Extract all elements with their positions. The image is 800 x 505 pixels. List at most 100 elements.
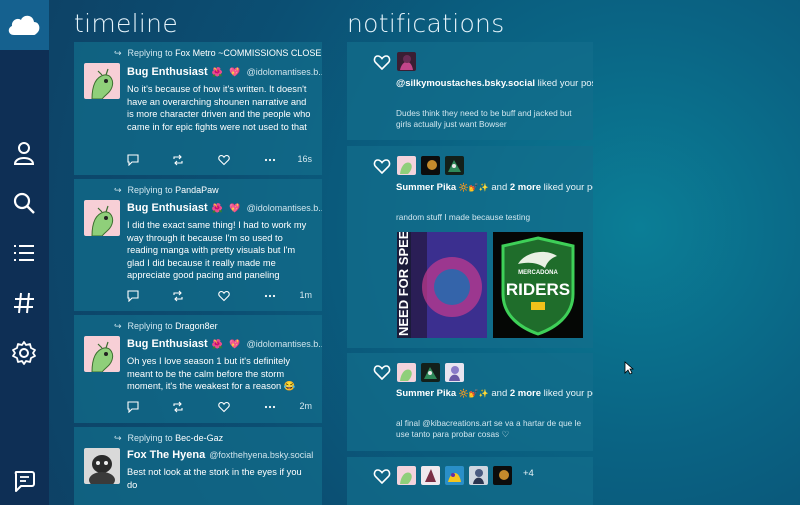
actor-avatar[interactable] — [421, 363, 440, 382]
list-icon[interactable] — [12, 241, 36, 265]
actor-avatar[interactable] — [397, 363, 416, 382]
cloud-logo-icon — [8, 15, 40, 36]
author-emoji: 🌺 💖 — [211, 339, 243, 349]
replying-to-link[interactable]: Fox Metro ~COMMISSIONS CLOSE... — [175, 48, 322, 58]
repost-icon[interactable] — [172, 154, 184, 166]
attached-image[interactable]: NEED FOR SPEED — [397, 232, 487, 338]
timeline-post[interactable]: ↪ Replying to Bec-de-Gaz Fox The Hyena @fo… — [74, 427, 322, 505]
replying-to-link[interactable]: PandaPaw — [175, 185, 219, 195]
replying-to: ↪ Replying to Fox Metro ~COMMISSIONS CLOS… — [114, 48, 322, 59]
author-name[interactable]: Bug Enthusiast — [127, 66, 208, 78]
notification-item[interactable]: @silkymoustaches.bsky.social liked your … — [347, 42, 593, 140]
notification-item[interactable]: Summer Pika 🔆💅✨ and 2 more liked your po… — [347, 353, 593, 451]
gear-icon[interactable] — [12, 341, 36, 365]
author-line: Bug Enthusiast 🌺 💖 @idolomantises.b... — [127, 66, 322, 78]
timeline-post[interactable]: ↪ Replying to Dragon8er Bug Enthusiast 🌺 💖… — [74, 315, 322, 423]
more-actors[interactable]: 2 more — [510, 388, 541, 399]
author-emoji: 🌺 💖 — [211, 203, 243, 213]
repost-icon[interactable] — [172, 290, 184, 302]
actor-avatar[interactable] — [397, 52, 416, 71]
author-line: Bug Enthusiast 🌺 💖 @idolomantises.b... — [127, 338, 322, 350]
author-handle[interactable]: @idolomantises.b... — [247, 339, 322, 349]
riders-text: RIDERS — [506, 280, 570, 299]
attached-image[interactable]: MERCADONA RIDERS — [493, 232, 583, 338]
nfs-title: NEED FOR SPEED — [397, 232, 411, 336]
actor-name[interactable]: @silkymoustaches.bsky.social — [396, 78, 535, 89]
actor-avatar[interactable] — [493, 466, 512, 485]
compose-message-icon[interactable] — [12, 469, 36, 493]
timeline-title: timeline — [74, 9, 178, 38]
reply-icon[interactable] — [127, 401, 139, 413]
reply-icon[interactable] — [127, 154, 139, 166]
avatar[interactable] — [84, 448, 120, 484]
like-icon[interactable] — [218, 154, 230, 166]
reply-arrow-icon: ↪ — [114, 433, 122, 443]
avatar[interactable] — [84, 200, 120, 236]
like-icon[interactable] — [218, 290, 230, 302]
actor-avatar[interactable] — [397, 466, 416, 485]
more-options-icon[interactable] — [264, 401, 276, 413]
post-text: I did the exact same thing! I had to wor… — [127, 220, 307, 280]
post-actions: 1m — [127, 290, 312, 302]
sidebar — [0, 50, 49, 505]
notification-item[interactable]: +4 — [347, 457, 593, 505]
post-time: 1m — [299, 290, 312, 300]
avatar[interactable] — [84, 336, 120, 372]
hashtag-icon[interactable] — [12, 291, 36, 315]
actor-avatar[interactable] — [445, 466, 464, 485]
search-icon[interactable] — [12, 191, 36, 215]
more-options-icon[interactable] — [264, 290, 276, 302]
more-options-icon[interactable] — [264, 154, 276, 166]
actor-avatar[interactable] — [397, 156, 416, 175]
heart-icon — [373, 365, 391, 380]
notifications-title: notifications — [347, 9, 505, 38]
notification-text: @silkymoustaches.bsky.social liked your … — [396, 78, 593, 89]
notification-item[interactable]: Summer Pika 🔆💅✨ and 2 more liked your po… — [347, 146, 593, 348]
author-line: Fox The Hyena @foxthehyena.bsky.social — [127, 449, 313, 461]
author-handle[interactable]: @idolomantises.b... — [247, 67, 322, 77]
author-name[interactable]: Bug Enthusiast — [127, 202, 208, 214]
reply-arrow-icon: ↪ — [114, 185, 122, 195]
actor-emoji: 🔆💅✨ — [458, 389, 489, 398]
reply-arrow-icon: ↪ — [114, 321, 122, 331]
notification-post-text: al final @kibacreations.art se va a hart… — [396, 418, 582, 439]
replying-to-link[interactable]: Dragon8er — [175, 321, 218, 331]
author-handle[interactable]: @idolomantises.b... — [247, 203, 322, 213]
reply-arrow-icon: ↪ — [114, 48, 122, 58]
post-time: 2m — [299, 401, 312, 411]
timeline-post[interactable]: ↪ Replying to PandaPaw Bug Enthusiast 🌺 💖 @… — [74, 179, 322, 311]
actor-name[interactable]: Summer Pika — [396, 182, 456, 193]
post-text: Oh yes I love season 1 but it's definite… — [127, 356, 296, 391]
post-text: Best not look at the stork in the eyes i… — [127, 467, 302, 490]
more-actors[interactable]: 2 more — [510, 182, 541, 193]
like-icon[interactable] — [218, 401, 230, 413]
replying-to-link[interactable]: Bec-de-Gaz — [175, 433, 223, 443]
actor-name[interactable]: Summer Pika — [396, 388, 456, 399]
timeline-post[interactable]: ↪ Replying to Fox Metro ~COMMISSIONS CLOS… — [74, 42, 322, 175]
post-text: No it's because of how it's written. It … — [127, 84, 311, 132]
author-name[interactable]: Bug Enthusiast — [127, 338, 208, 350]
actor-avatar[interactable] — [445, 156, 464, 175]
post-actions: 16s — [127, 154, 312, 166]
heart-icon — [373, 159, 391, 174]
actor-emoji: 🔆💅✨ — [458, 183, 489, 192]
author-name[interactable]: Fox The Hyena — [127, 449, 205, 461]
heart-icon — [373, 55, 391, 70]
reply-icon[interactable] — [127, 290, 139, 302]
actor-avatar[interactable] — [445, 363, 464, 382]
author-line: Bug Enthusiast 🌺 💖 @idolomantises.b... — [127, 202, 322, 214]
repost-icon[interactable] — [172, 401, 184, 413]
avatar[interactable] — [84, 63, 120, 99]
actor-avatar[interactable] — [421, 156, 440, 175]
mercadona-text: MERCADONA — [518, 270, 558, 276]
heart-icon — [373, 469, 391, 484]
author-handle[interactable]: @foxthehyena.bsky.social — [209, 450, 313, 460]
timeline-column[interactable]: ↪ Replying to Fox Metro ~COMMISSIONS CLOS… — [74, 42, 322, 505]
notifications-column[interactable]: @silkymoustaches.bsky.social liked your … — [347, 42, 593, 505]
actor-avatar[interactable] — [421, 466, 440, 485]
profile-icon[interactable] — [12, 141, 36, 165]
more-actors-count[interactable]: +4 — [523, 468, 534, 479]
actor-avatar[interactable] — [469, 466, 488, 485]
mouse-cursor-icon — [624, 361, 634, 375]
post-actions: 2m — [127, 401, 312, 413]
